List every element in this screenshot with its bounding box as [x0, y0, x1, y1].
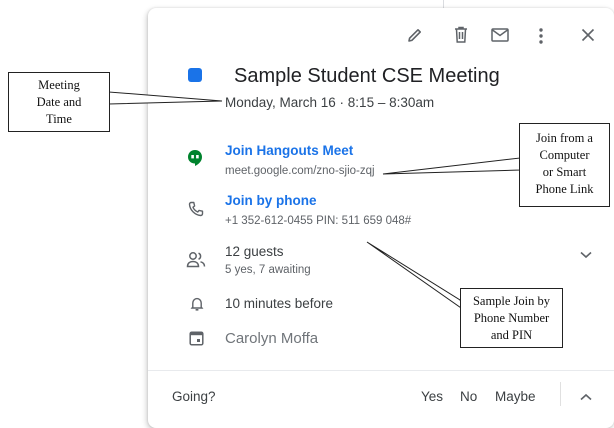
event-color-swatch	[188, 68, 202, 82]
link-callout: Join from a Computer or Smart Phone Link	[519, 123, 610, 207]
reminder-text: 10 minutes before	[225, 296, 334, 311]
pencil-icon[interactable]	[406, 26, 424, 44]
callout-line: Meeting	[38, 78, 80, 92]
callout-line: Phone Number	[473, 311, 550, 325]
callout-line: and PIN	[490, 328, 533, 342]
chevron-up-icon[interactable]	[580, 393, 592, 401]
callout-line: Sample Join by	[472, 294, 551, 308]
rsvp-maybe-button[interactable]: Maybe	[495, 389, 536, 404]
callout-line: Date and	[36, 95, 82, 109]
mail-icon[interactable]	[490, 26, 510, 44]
bell-icon	[190, 296, 204, 312]
rsvp-prompt: Going?	[172, 389, 216, 404]
calendar-icon	[189, 331, 204, 346]
join-by-phone-link[interactable]: Join by phone	[225, 193, 317, 208]
callout-line: Phone Link	[535, 182, 594, 196]
callout-line: Time	[46, 112, 72, 126]
callout-line: Join from a	[536, 131, 593, 145]
event-title: Sample Student CSE Meeting	[234, 65, 500, 87]
phone-details: +1 352-612-0455 PIN: 511 659 048#	[225, 215, 412, 227]
event-datetime: Monday, March 16 · 8:15 – 8:30am	[225, 95, 435, 110]
close-icon[interactable]	[581, 28, 595, 42]
background-divider	[443, 0, 444, 8]
event-details-card: Sample Student CSE Meeting Monday, March…	[148, 8, 614, 428]
phone-icon	[188, 201, 204, 217]
hangouts-url[interactable]: meet.google.com/zno-sjio-zqj	[225, 165, 375, 177]
join-hangouts-link[interactable]: Join Hangouts Meet	[225, 143, 353, 158]
rsvp-yes-button[interactable]: Yes	[421, 389, 443, 404]
callout-line: or Smart	[542, 165, 587, 179]
datetime-callout: Meeting Date and Time	[8, 72, 110, 132]
rsvp-no-button[interactable]: No	[460, 389, 477, 404]
guest-summary: 5 yes, 7 awaiting	[225, 264, 311, 276]
phone-callout: Sample Join by Phone Number and PIN	[460, 288, 563, 348]
callout-line: Computer	[539, 148, 590, 162]
footer-divider	[148, 370, 614, 371]
footer-button-divider	[560, 382, 561, 406]
chevron-down-icon[interactable]	[580, 251, 592, 259]
guest-count: 12 guests	[225, 244, 284, 259]
hangouts-meet-icon	[187, 149, 203, 167]
trash-icon[interactable]	[452, 25, 470, 45]
people-icon	[186, 251, 206, 269]
calendar-owner: Carolyn Moffa	[225, 330, 319, 347]
more-vert-icon[interactable]	[537, 27, 545, 45]
